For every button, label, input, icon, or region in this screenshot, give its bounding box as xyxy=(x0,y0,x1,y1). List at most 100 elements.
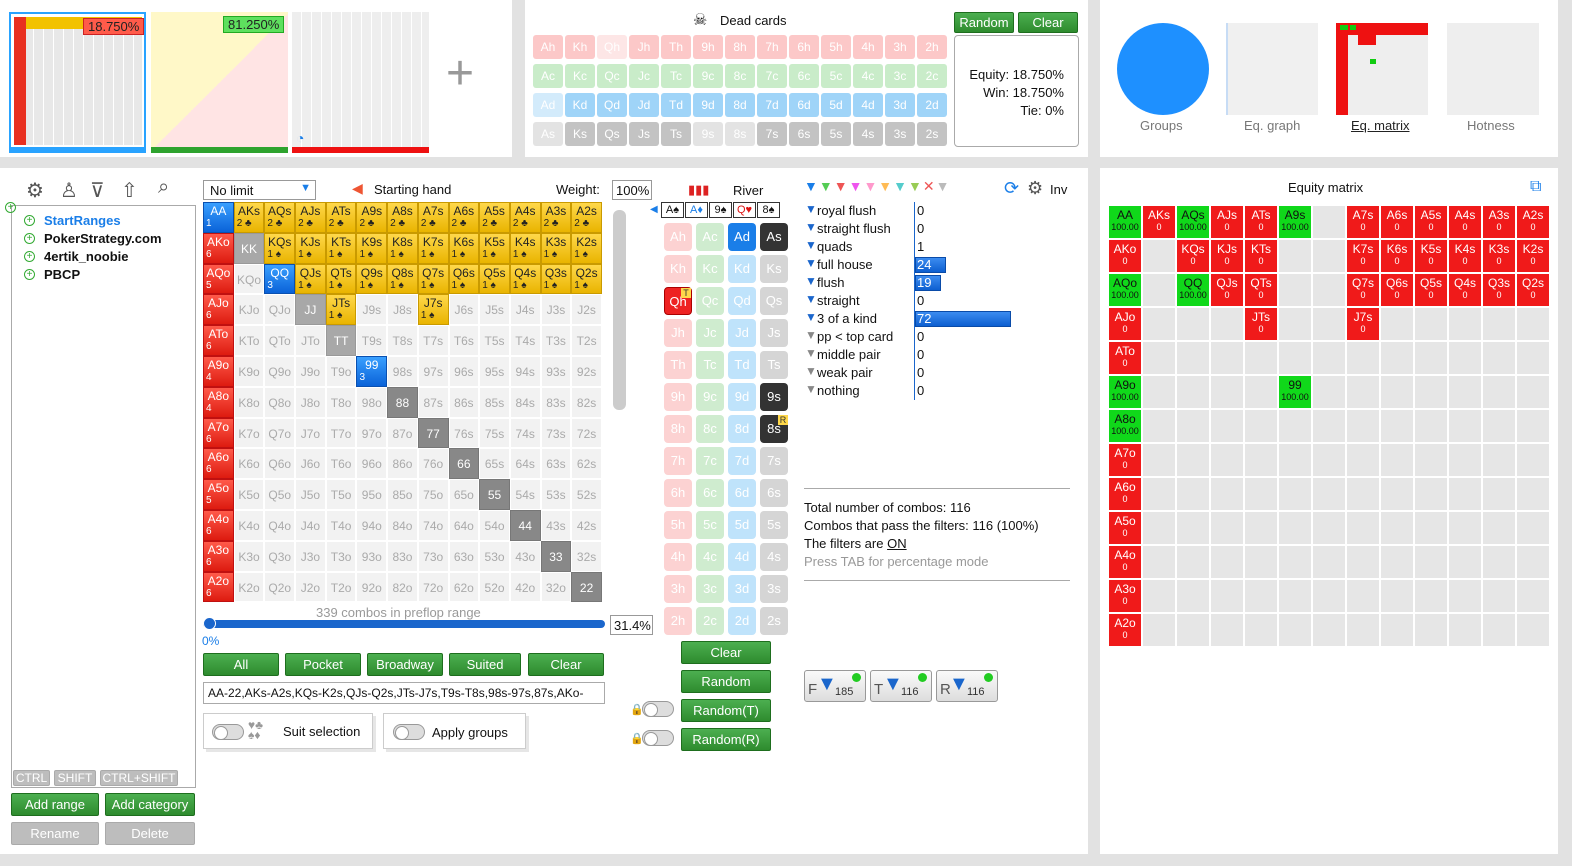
hand-cell[interactable]: Q9o xyxy=(264,355,296,387)
equity-cell[interactable] xyxy=(1278,579,1312,613)
equity-cell[interactable] xyxy=(1414,409,1448,443)
hand-cell[interactable]: 42s xyxy=(571,509,602,541)
equity-cell[interactable]: A9s 100.00 xyxy=(1278,205,1312,239)
tree-expand-3[interactable]: + xyxy=(24,251,35,262)
dead-card[interactable]: As xyxy=(533,122,563,146)
equity-cell[interactable] xyxy=(1414,511,1448,545)
equity-cell[interactable] xyxy=(1516,613,1550,647)
hand-cell[interactable]: J3s xyxy=(540,294,572,326)
board-grid-card[interactable]: 4h xyxy=(664,543,692,571)
equity-cell[interactable] xyxy=(1414,341,1448,375)
weight-input[interactable]: 100% xyxy=(612,180,652,200)
hand-cell[interactable]: 93s xyxy=(540,355,572,387)
hand-cell[interactable]: Q5o xyxy=(264,479,296,510)
dead-card[interactable]: Ts xyxy=(661,122,691,146)
equity-cell[interactable] xyxy=(1210,545,1244,579)
board-grid-card[interactable]: Ac xyxy=(696,223,724,251)
range-tab-3[interactable]: ◔ xyxy=(292,12,429,153)
hand-cell[interactable]: T7s xyxy=(417,325,449,356)
hand-cell[interactable]: J2o xyxy=(295,571,326,603)
hand-cell[interactable]: 95s xyxy=(479,355,510,387)
hand-cell[interactable]: A4o 6 xyxy=(203,509,234,541)
dead-card[interactable]: Kh xyxy=(565,35,595,59)
board-grid-card[interactable]: 3d xyxy=(728,575,756,603)
equity-cell[interactable]: AJo 0 xyxy=(1108,307,1142,341)
tree-item-pbcp[interactable]: PBCP xyxy=(44,267,80,282)
hand-cell[interactable]: 84s xyxy=(509,386,541,418)
filter-icon[interactable]: ▼ xyxy=(805,310,817,324)
dead-card[interactable]: 6d xyxy=(789,93,819,117)
hand-cell[interactable]: 52o xyxy=(479,571,510,603)
hand-cell[interactable]: 62o xyxy=(448,571,480,603)
board-card[interactable]: 8♠ xyxy=(757,202,780,218)
slider-handle[interactable] xyxy=(203,617,216,630)
equity-cell[interactable] xyxy=(1380,545,1414,579)
hand-cell[interactable]: J7o xyxy=(295,417,326,449)
equity-cell[interactable]: QTs 0 xyxy=(1244,273,1278,307)
range-pct-input[interactable]: 31.4% xyxy=(610,615,653,635)
equity-cell[interactable] xyxy=(1448,307,1482,341)
board-grid-card[interactable]: 9d xyxy=(728,383,756,411)
board-grid-card[interactable]: 5s xyxy=(760,511,788,539)
hand-cell[interactable]: J4s xyxy=(509,294,541,326)
board-grid-card[interactable]: Kd xyxy=(728,255,756,283)
equity-cell[interactable] xyxy=(1176,375,1210,409)
hand-cell[interactable]: 82s xyxy=(571,386,602,418)
equity-cell[interactable] xyxy=(1482,511,1516,545)
hand-cell[interactable]: J9o xyxy=(295,355,326,387)
equity-cell[interactable] xyxy=(1278,239,1312,273)
hand-cell[interactable]: QTo xyxy=(264,325,296,356)
equity-cell[interactable] xyxy=(1278,511,1312,545)
hand-cell[interactable]: 77 xyxy=(417,417,449,449)
hand-cell[interactable]: A2s 2 ♣ xyxy=(571,202,602,233)
hand-cell[interactable]: KQs 1 ♠ xyxy=(264,232,296,264)
hand-cell[interactable]: Q6s 1 ♠ xyxy=(448,263,480,295)
equity-cell[interactable] xyxy=(1210,341,1244,375)
equity-cell[interactable] xyxy=(1346,443,1380,477)
equity-cell[interactable] xyxy=(1210,579,1244,613)
equity-cell[interactable]: KTs 0 xyxy=(1244,239,1278,273)
board-grid-card[interactable]: 5h xyxy=(664,511,692,539)
dead-card[interactable]: 9d xyxy=(693,93,723,117)
equity-cell[interactable] xyxy=(1380,511,1414,545)
user-icon[interactable]: ♙ xyxy=(60,178,78,203)
board-grid-card[interactable]: As xyxy=(760,223,788,251)
hand-cell[interactable]: KJo xyxy=(233,294,265,326)
dead-card[interactable]: Ac xyxy=(533,64,563,88)
hand-cell[interactable]: A3s 2 ♣ xyxy=(540,202,572,233)
apply-groups-toggle[interactable] xyxy=(393,724,425,740)
equity-cell[interactable] xyxy=(1482,375,1516,409)
equity-cell[interactable] xyxy=(1244,477,1278,511)
hand-cell[interactable]: 55 xyxy=(479,479,510,510)
equity-cell[interactable] xyxy=(1516,545,1550,579)
hand-cell[interactable]: ATs 2 ♣ xyxy=(325,202,357,233)
hand-cell[interactable]: 63o xyxy=(448,540,480,572)
hand-cell[interactable]: 54o xyxy=(479,509,510,541)
hand-cell[interactable]: 99 3 xyxy=(356,355,388,387)
equity-cell[interactable] xyxy=(1142,307,1176,341)
equity-cell[interactable] xyxy=(1210,375,1244,409)
board-grid-card[interactable]: Kc xyxy=(696,255,724,283)
hand-cell[interactable]: 87o xyxy=(387,417,418,449)
equity-cell[interactable] xyxy=(1176,443,1210,477)
dead-card[interactable]: 4d xyxy=(853,93,883,117)
board-grid-card[interactable]: Ks xyxy=(760,255,788,283)
hand-cell[interactable]: Q6o xyxy=(264,448,296,480)
equity-cell[interactable] xyxy=(1312,443,1346,477)
hand-cell[interactable]: A6o 6 xyxy=(203,448,234,480)
equity-cell[interactable] xyxy=(1176,511,1210,545)
hand-cell[interactable]: K5s 1 ♠ xyxy=(479,232,510,264)
hand-cell[interactable]: Q3s 1 ♠ xyxy=(540,263,572,295)
equity-cell[interactable] xyxy=(1516,443,1550,477)
dead-card[interactable]: Ks xyxy=(565,122,595,146)
hand-cell[interactable]: T3s xyxy=(540,325,572,356)
equity-cell[interactable] xyxy=(1278,443,1312,477)
hand-cell[interactable]: 87s xyxy=(417,386,449,418)
dead-card[interactable]: Ah xyxy=(533,35,563,59)
hand-cell[interactable]: 86o xyxy=(387,448,418,480)
equity-cell[interactable]: ATo 0 xyxy=(1108,341,1142,375)
equity-cell[interactable] xyxy=(1312,375,1346,409)
board-grid-card[interactable]: 8c xyxy=(696,415,724,443)
dead-card[interactable]: Td xyxy=(661,93,691,117)
equity-cell[interactable] xyxy=(1278,545,1312,579)
